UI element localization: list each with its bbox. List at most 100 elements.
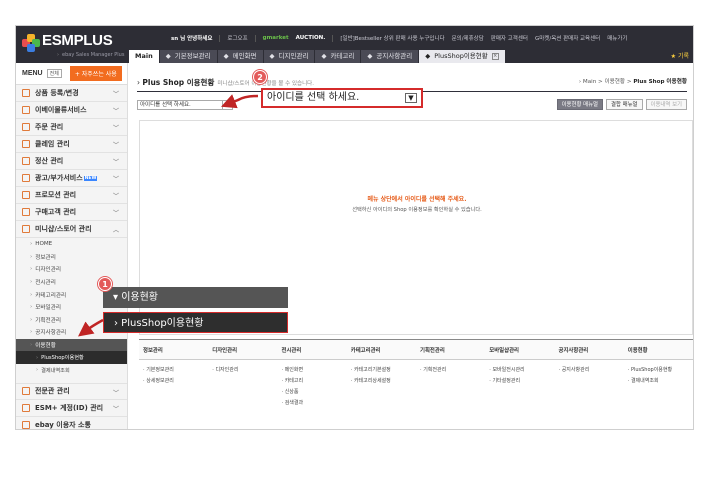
product-icon	[22, 89, 30, 97]
notice-ticker[interactable]: [일반]Bestseller 상위 판매 사용 누구입니다	[340, 34, 444, 42]
step-badge-2: 2	[253, 70, 267, 84]
sidebar-item-ebay[interactable]: ebay 이용자 소통	[16, 417, 127, 429]
tab-plusshop-usage[interactable]: ◆ PlusShop이용현황 ×	[419, 50, 505, 63]
sitemap-link[interactable]: 카테고리	[282, 377, 343, 388]
top-header: ESMPLUS ebay Sales Manager Plus sn 님 안녕하…	[16, 26, 693, 63]
sitemap-header: 공지사항관리	[558, 348, 589, 354]
sitemap-link[interactable]: 디자인관리	[212, 366, 273, 377]
sidebar-sub-design[interactable]: 디자인관리	[16, 263, 127, 276]
advertising-icon	[22, 174, 30, 182]
chevron-down-icon: ﹀	[112, 159, 119, 166]
sidebar-item-label: 주문 관리	[35, 123, 64, 131]
sitemap-link[interactable]: 카테고리상세설정	[351, 377, 412, 388]
sidebar-item-settlement[interactable]: 정산 관리 ﹀	[16, 153, 127, 170]
sitemap-header: 디자인관리	[212, 348, 238, 354]
notice-main: 메뉴 상단에서 아이디를 선택해 주세요.	[367, 196, 467, 203]
callout-menu-child[interactable]: › PlusShop이용현황	[103, 312, 288, 333]
sidebar-item-logistics[interactable]: 이베이물류서비스 ﹀	[16, 102, 127, 119]
sidebar-header: MENU 전체 + 자주쓰는 사용	[16, 63, 127, 85]
sitemap-link[interactable]: 기본정보관리	[143, 366, 204, 377]
history-button[interactable]: 이용내역 보기	[645, 99, 687, 110]
sitemap-link[interactable]: 모바일전시관리	[489, 366, 550, 377]
sidebar-item-minishop[interactable]: 미니샵/스토어 관리 ︿	[16, 221, 127, 238]
sidebar-sub-plusshop-usage[interactable]: PlusShop이용현황	[16, 351, 127, 364]
tab-main[interactable]: Main	[129, 50, 159, 63]
sidebar-sub-usage[interactable]: 이용현황	[16, 338, 127, 352]
sitemap-column: 공지사항관리	[555, 360, 624, 410]
callout-menu-parent: ▾ 이용현황	[103, 287, 288, 308]
sidebar-item-label: 클레임 관리	[35, 140, 70, 148]
tab-label: ◆	[425, 52, 431, 60]
sitemap-link[interactable]: 검색결과	[282, 399, 343, 410]
tab-label: 디지인관리	[278, 52, 309, 60]
sitemap-link[interactable]: 메인화면	[282, 366, 343, 377]
education-link[interactable]: G마켓/옥션 판매자 교육센터	[535, 34, 600, 42]
tab-label: ◆	[165, 52, 171, 60]
sitemap-column: 카테고리기본설정 카테고리상세설정	[347, 360, 416, 410]
callout-select-value: 아이디를 선택 하세요.	[267, 92, 360, 103]
tab-label: 공지사항관리	[376, 52, 413, 60]
sidebar-item-order[interactable]: 주문 관리 ﹀	[16, 119, 127, 136]
tab-basic-info[interactable]: ◆ 기본정보관리	[159, 50, 217, 63]
sidebar-item-label: 상품 등록/변경	[35, 89, 79, 97]
sidebar-item-promotion[interactable]: 프로모션 관리 ﹀	[16, 187, 127, 204]
sitemap-link[interactable]: PlusShop이용현황	[628, 366, 689, 377]
favorite-menu-button[interactable]: + 자주쓰는 사용	[69, 66, 122, 81]
action-buttons: 이용현황 매뉴얼 결합 매뉴얼 이용내역 보기	[556, 99, 687, 110]
chevron-down-icon[interactable]: ▼	[222, 101, 232, 109]
logo-text: ESMPLUS	[42, 32, 113, 49]
sidebar-item-label: 미니샵/스토어 관리	[35, 225, 92, 233]
menu-all-button[interactable]: 전체	[46, 69, 62, 78]
sitemap-link[interactable]: 공지사항관리	[559, 366, 620, 377]
chevron-down-icon: ﹀	[112, 389, 119, 397]
close-icon[interactable]: ×	[491, 53, 499, 60]
combined-manual-button[interactable]: 결합 매뉴얼	[606, 99, 643, 110]
sidebar-sub-info[interactable]: 정보관리	[16, 251, 127, 264]
chevron-down-icon: ﹀	[112, 210, 119, 217]
tab-label: Main	[135, 52, 153, 60]
id-select-value: 아이디를 선택 하세요.	[140, 102, 191, 108]
divider	[219, 34, 221, 42]
sidebar-item-advertising[interactable]: 광고/부가서비스 NEW ﹀	[16, 170, 127, 187]
shortcut-link[interactable]: 매뉴가기	[607, 34, 627, 42]
sitemap-link[interactable]: 결제내역조회	[628, 377, 689, 388]
tab-main-screen[interactable]: ◆ 메인화면	[217, 50, 263, 63]
sidebar-item-label: 프로모션 관리	[35, 191, 77, 199]
sidebar-item-customer[interactable]: 구매고객 관리 ﹀	[16, 204, 127, 221]
id-select-callout[interactable]: 아이디를 선택 하세요. ▼	[261, 88, 423, 108]
logo[interactable]: ESMPLUS ebay Sales Manager Plus	[22, 32, 142, 58]
sitemap-column: 기본정보관리 상세정보관리	[139, 360, 208, 410]
auction-link[interactable]: AUCTION.	[296, 35, 326, 41]
sidebar-sub-payment-history[interactable]: 결제내역조회	[16, 364, 127, 377]
gmarket-link[interactable]: gmarket	[263, 35, 289, 41]
sidebar-item-label: 전문관 관리	[35, 387, 70, 396]
tab-category[interactable]: ◆ 카테고리	[315, 50, 361, 63]
inquiry-link[interactable]: 문의/제휴상담	[452, 34, 484, 42]
sidebar-item-product[interactable]: 상품 등록/변경 ﹀	[16, 85, 127, 102]
sidebar-sub-home[interactable]: HOME	[16, 238, 127, 251]
page-title-text: Plus Shop 이용현황	[142, 78, 215, 87]
menu-callout: ▾ 이용현황 › PlusShop이용현황	[103, 287, 288, 333]
sitemap-header: 모바일샵관리	[489, 348, 520, 354]
sitemap-column: 디자인관리	[208, 360, 277, 410]
sidebar-item-account[interactable]: ESM+ 계정(ID) 관리 ﹀	[16, 400, 127, 417]
tab-design[interactable]: ◆ 디지인관리	[263, 50, 315, 63]
sidebar-item-claim[interactable]: 클레임 관리 ﹀	[16, 136, 127, 153]
sitemap-link[interactable]: 상세정보관리	[143, 377, 204, 388]
sidebar-item-specialty[interactable]: 전문관 관리 ﹀	[16, 382, 127, 400]
sitemap-link[interactable]: 신상품	[282, 388, 343, 399]
user-greeting: sn 님 안녕하세요	[171, 36, 213, 42]
chevron-up-icon: ︿	[112, 227, 119, 234]
seller-center-link[interactable]: 판매자 고객센터	[491, 34, 528, 42]
usage-manual-button[interactable]: 이용현황 매뉴얼	[556, 99, 603, 110]
tab-notice[interactable]: ◆ 공지사항관리	[361, 50, 419, 63]
id-select[interactable]: 아이디를 선택 하세요. ▼	[137, 100, 233, 110]
logout-link[interactable]: 로그오프	[227, 34, 247, 42]
empty-notice: 메뉴 상단에서 아이디를 선택해 주세요. 선택하신 아이디의 Shop 이용정…	[140, 194, 693, 213]
tab-label: 메인화면	[232, 52, 257, 60]
sitemap-column: 기획전관리	[416, 360, 485, 410]
sitemap-link[interactable]: 기타설정관리	[489, 377, 550, 388]
sitemap-link[interactable]: 카테고리기본설정	[351, 366, 412, 377]
bookmark-button[interactable]: ★ 기록	[671, 51, 689, 60]
sitemap-link[interactable]: 기획전관리	[420, 366, 481, 377]
